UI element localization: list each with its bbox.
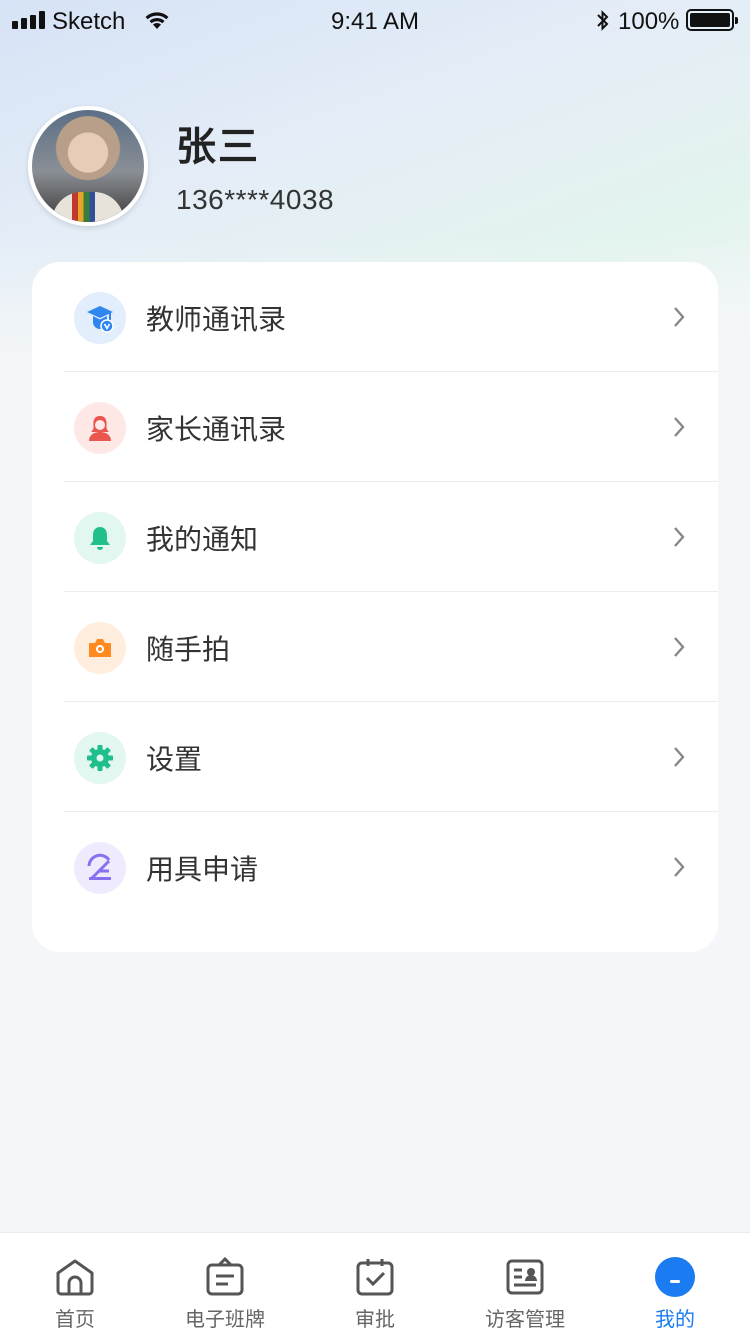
camera-icon xyxy=(74,622,126,674)
tab-home[interactable]: 首页 xyxy=(0,1233,150,1334)
menu-item-my-notifications[interactable]: 我的通知 xyxy=(32,482,718,592)
user-name: 张三 xyxy=(176,124,260,170)
tab-bar: 首页 电子班牌 审批 访客管理 我的 xyxy=(0,1232,750,1334)
visitor-card-icon xyxy=(503,1255,547,1299)
class-board-icon xyxy=(203,1255,247,1299)
tab-approval[interactable]: 审批 xyxy=(300,1233,450,1334)
chevron-right-icon xyxy=(674,637,685,657)
parent-icon xyxy=(74,402,126,454)
chevron-right-icon xyxy=(674,747,685,767)
teacher-icon xyxy=(74,292,126,344)
tool-request-icon xyxy=(74,842,126,894)
menu-item-parent-contacts[interactable]: 家长通讯录 xyxy=(32,372,718,482)
profile-icon xyxy=(653,1255,697,1299)
bluetooth-icon xyxy=(597,10,609,31)
tab-label: 我的 xyxy=(655,1307,695,1331)
user-phone: 136****4038 xyxy=(176,184,335,215)
menu-card: 教师通讯录 家长通讯录 我的通知 随手拍 设置 用具申请 xyxy=(32,262,718,952)
menu-item-label: 随手拍 xyxy=(146,633,231,666)
menu-item-label: 设置 xyxy=(146,743,203,776)
home-icon xyxy=(53,1255,97,1299)
menu-item-snapshot[interactable]: 随手拍 xyxy=(32,592,718,702)
chevron-right-icon xyxy=(674,527,685,547)
chevron-right-icon xyxy=(674,417,685,437)
battery-icon xyxy=(686,9,738,31)
tab-visitor-management[interactable]: 访客管理 xyxy=(450,1233,600,1334)
gear-icon xyxy=(74,732,126,784)
bell-icon xyxy=(74,512,126,564)
status-bar: Sketch 9:41 AM 100% xyxy=(0,0,750,42)
chevron-right-icon xyxy=(674,857,685,877)
menu-item-equipment-request[interactable]: 用具申请 xyxy=(32,812,718,922)
tab-label: 首页 xyxy=(55,1307,95,1331)
tab-label: 电子班牌 xyxy=(185,1307,265,1331)
menu-item-settings[interactable]: 设置 xyxy=(32,702,718,812)
battery-percent: 100% xyxy=(618,8,680,35)
tab-my-profile[interactable]: 我的 xyxy=(600,1233,750,1334)
menu-item-label: 用具申请 xyxy=(146,853,259,886)
menu-item-label: 家长通讯录 xyxy=(146,413,287,446)
tab-label: 审批 xyxy=(355,1307,395,1331)
approval-calendar-icon xyxy=(353,1255,397,1299)
menu-item-teacher-contacts[interactable]: 教师通讯录 xyxy=(32,262,718,372)
avatar[interactable] xyxy=(28,106,148,226)
menu-item-label: 我的通知 xyxy=(146,523,259,556)
chevron-right-icon xyxy=(674,307,685,327)
tab-label: 访客管理 xyxy=(485,1307,565,1331)
menu-item-label: 教师通讯录 xyxy=(146,303,287,336)
tab-class-board[interactable]: 电子班牌 xyxy=(150,1233,300,1334)
